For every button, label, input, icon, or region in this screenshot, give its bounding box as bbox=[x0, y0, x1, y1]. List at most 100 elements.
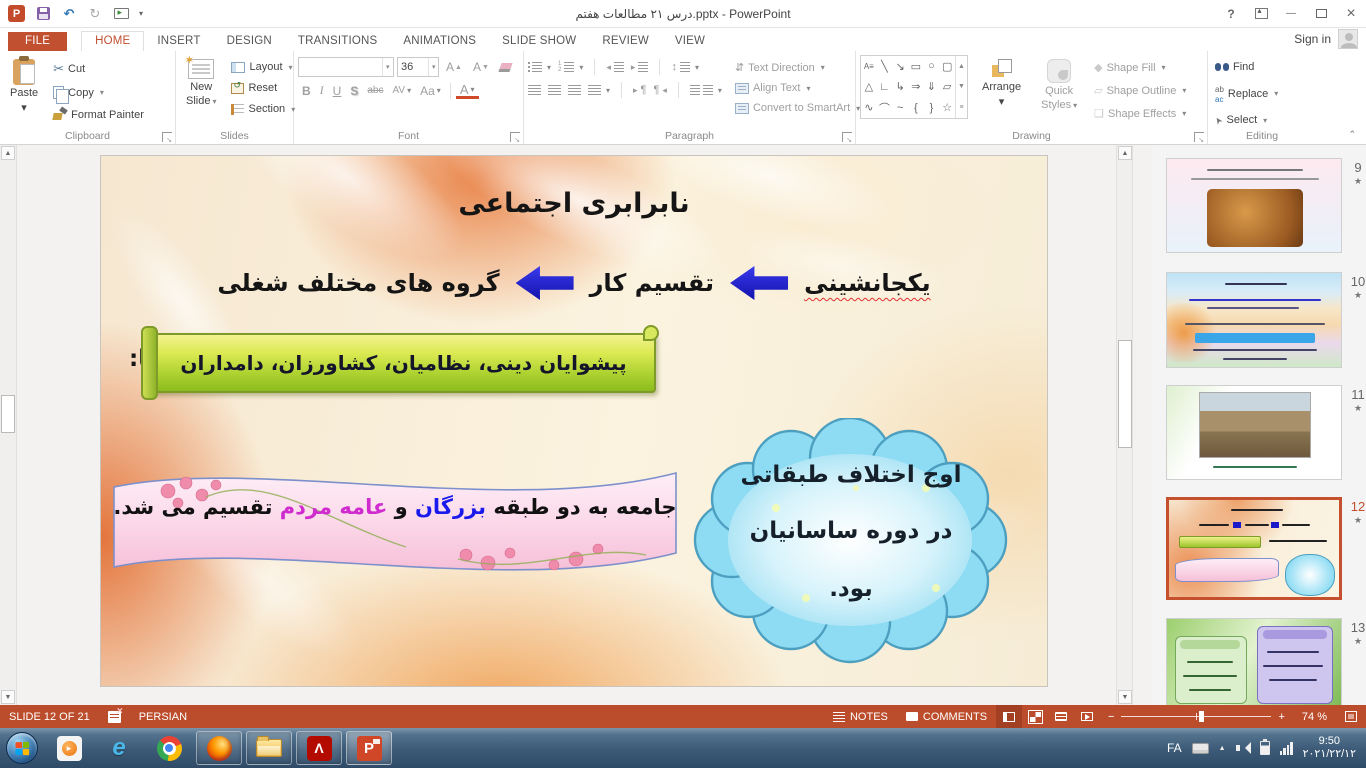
thumb-scroll-up-icon[interactable]: ▲ bbox=[1118, 146, 1132, 160]
font-name-dropdown-icon[interactable] bbox=[382, 58, 393, 76]
powerpoint-app-icon[interactable] bbox=[8, 5, 25, 22]
tab-design[interactable]: DESIGN bbox=[214, 32, 285, 51]
arrange-button[interactable]: Arrange bbox=[976, 55, 1027, 127]
green-scroll-banner[interactable]: پیشوایان دینی، نظامیان، کشاورزان، دامدار… bbox=[151, 333, 656, 393]
line-spacing-button[interactable] bbox=[671, 61, 699, 73]
pink-wave-banner[interactable]: جامعه به دو طبقه بزرگان و عامه مردم تقسی… bbox=[106, 451, 684, 589]
cut-button[interactable]: Cut bbox=[50, 59, 147, 79]
language-indicator[interactable]: PERSIAN bbox=[130, 705, 196, 728]
help-icon[interactable] bbox=[1216, 0, 1246, 27]
tab-home[interactable]: HOME bbox=[81, 31, 144, 51]
underline-button[interactable]: U bbox=[329, 83, 346, 99]
convert-smartart-button[interactable]: Convert to SmartArt bbox=[732, 100, 863, 116]
taskbar-media-player[interactable] bbox=[46, 731, 92, 765]
quick-styles-button[interactable]: Quick Styles bbox=[1035, 55, 1083, 127]
text-direction-button[interactable]: Text Direction bbox=[732, 59, 863, 76]
font-name-input[interactable] bbox=[299, 61, 382, 73]
slide-vertical-scrollbar[interactable]: ▲ ▼ bbox=[0, 145, 17, 705]
shape-brace-left-icon[interactable]: { bbox=[914, 102, 918, 114]
volume-icon[interactable] bbox=[1236, 742, 1250, 754]
font-dialog-launcher-icon[interactable] bbox=[510, 132, 520, 142]
slide-title-textbox[interactable]: نابرابری اجتماعی bbox=[101, 188, 1047, 219]
paste-button[interactable]: Paste bbox=[4, 55, 44, 127]
slide-sorter-view-button[interactable] bbox=[1022, 705, 1048, 728]
shape-brace-right-icon[interactable]: } bbox=[930, 102, 934, 114]
tab-transitions[interactable]: TRANSITIONS bbox=[285, 32, 391, 51]
shapes-scroll-up-icon[interactable]: ▲ bbox=[955, 56, 967, 77]
change-case-button[interactable]: Aa bbox=[416, 83, 445, 99]
section-button[interactable]: Section bbox=[228, 101, 298, 117]
grow-font-button[interactable]: A▲ bbox=[442, 59, 466, 75]
new-slide-button[interactable]: New Slide bbox=[180, 55, 222, 127]
scroll-up-icon[interactable]: ▲ bbox=[1, 146, 15, 160]
left-arrow-shape[interactable] bbox=[516, 266, 574, 300]
shape-textbox-icon[interactable]: A≡ bbox=[864, 62, 874, 71]
undo-icon[interactable] bbox=[61, 6, 77, 22]
taskbar-chrome[interactable] bbox=[146, 731, 192, 765]
zoom-slider-thumb[interactable] bbox=[1199, 711, 1204, 722]
numbering-button[interactable]: 12 bbox=[558, 61, 583, 73]
drawing-dialog-launcher-icon[interactable] bbox=[1194, 132, 1204, 142]
zoom-slider[interactable] bbox=[1121, 716, 1271, 717]
customize-qat-icon[interactable] bbox=[139, 9, 143, 18]
zoom-out-icon[interactable]: − bbox=[1108, 711, 1114, 723]
network-signal-icon[interactable] bbox=[1280, 742, 1293, 755]
clock[interactable]: 9:50 ۲۰۲۱/۲۲/۱۲ bbox=[1303, 735, 1356, 761]
font-name-combo[interactable] bbox=[298, 57, 394, 77]
spellcheck-button[interactable] bbox=[99, 705, 130, 728]
restore-icon[interactable] bbox=[1306, 0, 1336, 27]
bold-button[interactable]: B bbox=[298, 83, 315, 99]
collapse-ribbon-icon[interactable] bbox=[1348, 129, 1356, 140]
font-size-input[interactable] bbox=[398, 61, 428, 73]
slideshow-view-button[interactable] bbox=[1074, 705, 1100, 728]
normal-view-button[interactable] bbox=[996, 705, 1022, 728]
text-shadow-button[interactable]: S bbox=[346, 83, 362, 99]
comments-button[interactable]: COMMENTS bbox=[897, 705, 996, 728]
clipboard-dialog-launcher-icon[interactable] bbox=[162, 132, 172, 142]
shape-fill-button[interactable]: Shape Fill bbox=[1091, 59, 1189, 76]
select-button[interactable]: Select bbox=[1212, 112, 1312, 128]
thumbnail-slide-11[interactable] bbox=[1166, 385, 1342, 480]
left-arrow-shape[interactable] bbox=[730, 266, 788, 300]
fit-to-window-button[interactable] bbox=[1336, 705, 1366, 728]
thumb-scrollbar-thumb[interactable] bbox=[1118, 340, 1132, 448]
shape-arrow-icon[interactable]: ↘ bbox=[896, 60, 905, 73]
justify-button[interactable] bbox=[588, 85, 610, 95]
bullets-button[interactable] bbox=[528, 62, 551, 72]
increase-indent-button[interactable]: ▸ bbox=[631, 62, 649, 73]
shape-elbow-arrow-icon[interactable]: ↳ bbox=[896, 80, 905, 93]
tab-view[interactable]: VIEW bbox=[662, 32, 718, 51]
redo-icon[interactable] bbox=[87, 6, 103, 22]
character-spacing-button[interactable]: AV bbox=[388, 84, 415, 97]
flow-textbox[interactable]: یکجانشینی تقسیم کار گروه های مختلف شغلی bbox=[101, 266, 1047, 300]
scrollbar-thumb[interactable] bbox=[1, 395, 15, 433]
tab-review[interactable]: REVIEW bbox=[589, 32, 662, 51]
thumb-scroll-down-icon[interactable]: ▼ bbox=[1118, 690, 1132, 704]
italic-button[interactable]: I bbox=[316, 82, 328, 99]
save-icon[interactable] bbox=[35, 6, 51, 22]
taskbar-file-explorer[interactable] bbox=[246, 731, 292, 765]
zoom-level[interactable]: 74 % bbox=[1293, 705, 1336, 728]
shape-scribble-icon[interactable]: ∿ bbox=[864, 101, 873, 114]
font-color-button[interactable]: A bbox=[456, 83, 479, 99]
thumbnail-scrollbar[interactable]: ▲ ▼ bbox=[1116, 145, 1133, 705]
shape-block-arrow-right-icon[interactable]: ⇒ bbox=[911, 80, 920, 93]
shape-elbow-icon[interactable]: ∟ bbox=[879, 81, 890, 93]
slide-counter[interactable]: SLIDE 12 OF 21 bbox=[0, 705, 99, 728]
columns-button[interactable] bbox=[690, 85, 722, 95]
ribbon-display-options-icon[interactable] bbox=[1246, 0, 1276, 27]
font-size-combo[interactable] bbox=[397, 57, 439, 77]
shape-curve-icon[interactable]: ~ bbox=[897, 102, 903, 114]
input-language-indicator[interactable]: FA bbox=[1167, 741, 1182, 755]
paste-dropdown-icon[interactable] bbox=[21, 101, 27, 114]
shapes-scroll-down-icon[interactable]: ▼ bbox=[955, 77, 967, 98]
start-button[interactable] bbox=[6, 732, 38, 764]
cloud-shape[interactable]: اوج اختلاف طبقاتی در دوره ساسانیان بود. bbox=[686, 418, 1016, 666]
reset-button[interactable]: Reset bbox=[228, 80, 298, 96]
shape-flowchart-icon[interactable]: ▱ bbox=[943, 80, 951, 93]
decrease-indent-button[interactable]: ◂ bbox=[606, 62, 624, 73]
align-left-button[interactable] bbox=[528, 85, 541, 95]
layout-button[interactable]: Layout bbox=[228, 59, 298, 75]
shape-rectangle-icon[interactable]: ▭ bbox=[911, 60, 921, 73]
slide-editor[interactable]: نابرابری اجتماعی یکجانشینی تقسیم کار گرو… bbox=[100, 155, 1048, 687]
